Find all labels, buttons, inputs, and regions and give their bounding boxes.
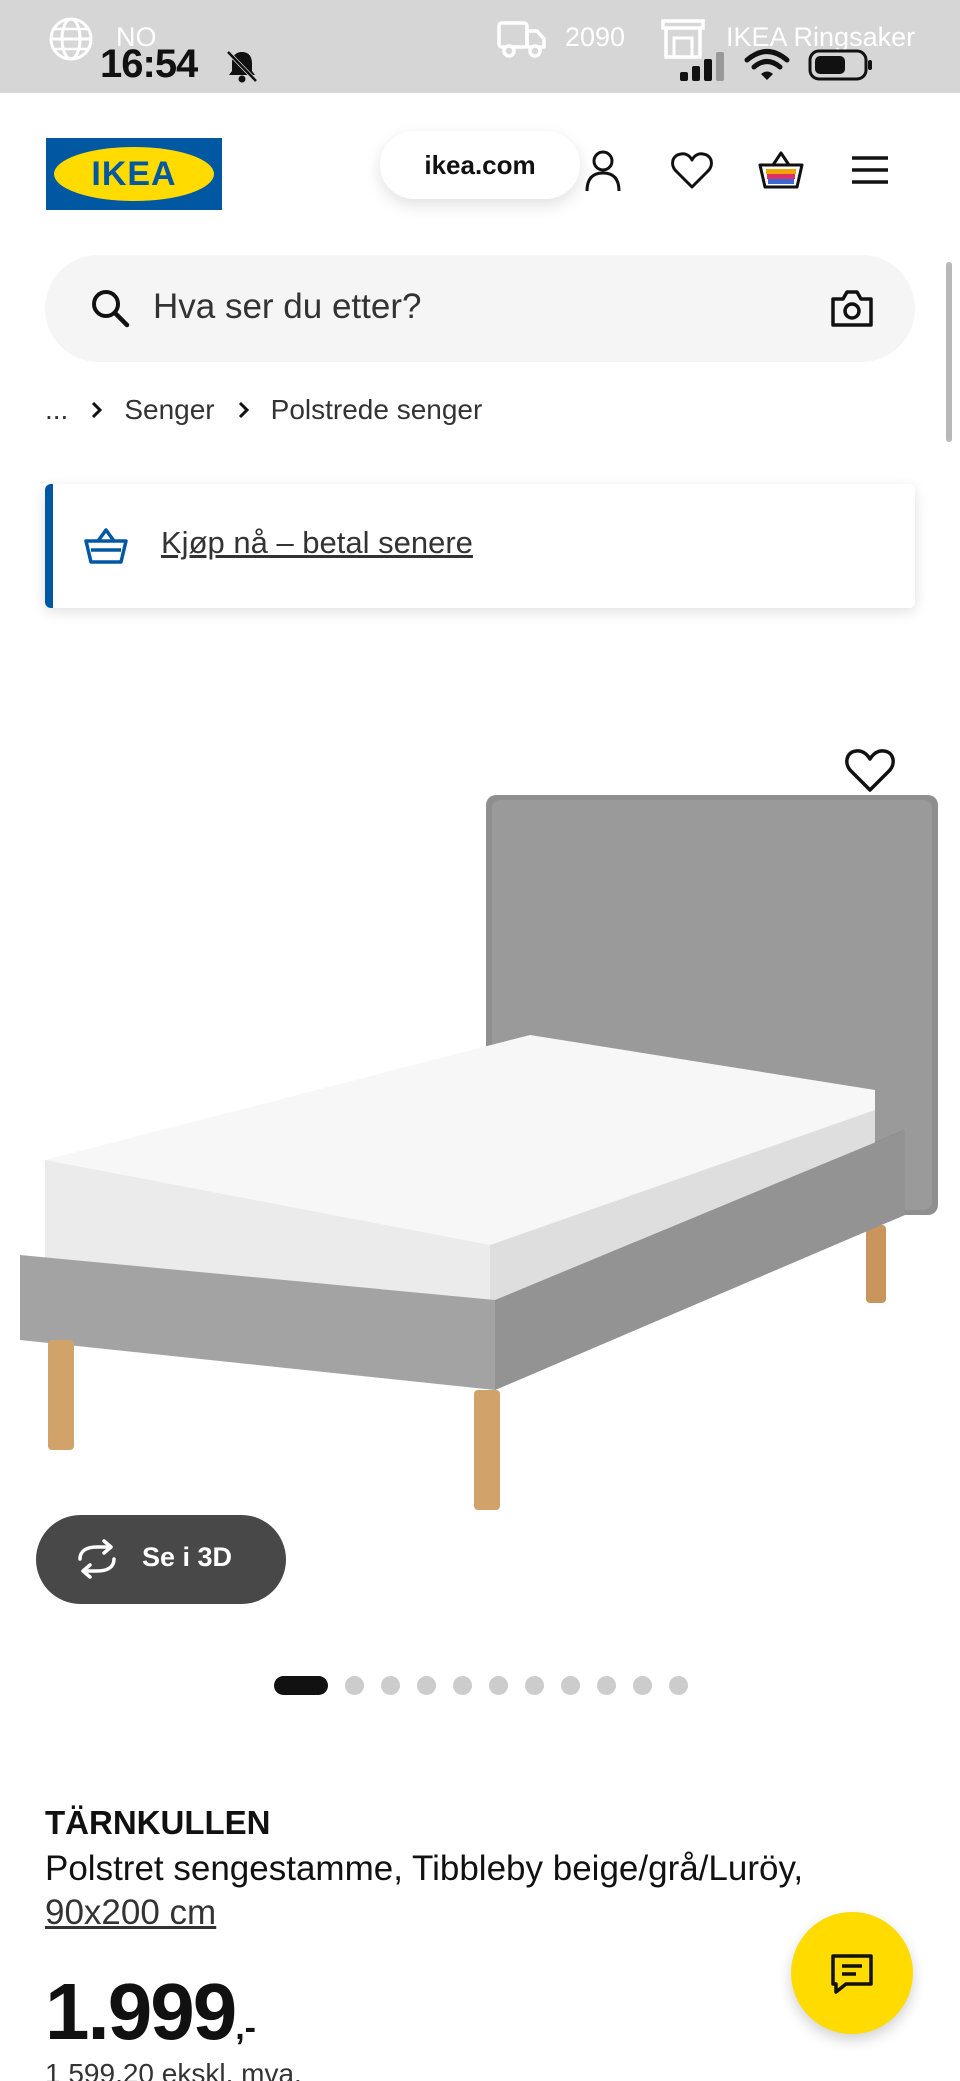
price-value: 1.999 bbox=[45, 1967, 237, 2056]
basket-icon bbox=[84, 528, 128, 564]
breadcrumb-ellipsis[interactable]: ... bbox=[45, 394, 68, 426]
buy-now-pay-later-link[interactable]: Kjøp nå – betal senere bbox=[161, 525, 473, 561]
carousel-dot[interactable] bbox=[489, 1675, 508, 1695]
search-input[interactable]: Hva ser du etter? bbox=[153, 287, 421, 327]
carousel-dot[interactable] bbox=[381, 1675, 400, 1695]
site-header: IKEA ikea.com bbox=[0, 93, 960, 233]
product-name: TÄRNKULLEN bbox=[45, 1804, 271, 1841]
see-in-3d-button[interactable]: Se i 3D bbox=[36, 1515, 286, 1604]
breadcrumb-item-senger[interactable]: Senger bbox=[124, 394, 214, 426]
ikea-logo[interactable]: IKEA bbox=[46, 138, 222, 210]
carousel-dot[interactable] bbox=[561, 1675, 580, 1695]
camera-icon[interactable] bbox=[829, 285, 875, 331]
chevron-right-icon bbox=[92, 401, 103, 419]
cellular-signal-icon bbox=[680, 52, 724, 81]
bell-muted-icon bbox=[226, 50, 258, 83]
buy-now-pay-later-card[interactable]: Kjøp nå – betal senere bbox=[45, 484, 915, 608]
carousel-dot[interactable] bbox=[669, 1675, 688, 1695]
chat-button[interactable] bbox=[791, 1912, 913, 2034]
carousel-dot[interactable] bbox=[274, 1675, 328, 1695]
price-ex-vat: 1 599,20 ekskl. mva. bbox=[45, 2058, 302, 2081]
product-description: Polstret sengestamme, Tibbleby beige/grå… bbox=[45, 1849, 804, 1888]
clock-time: 16:54 bbox=[100, 42, 198, 86]
logo-text: IKEA bbox=[91, 155, 177, 193]
shopping-basket-icon[interactable] bbox=[758, 147, 804, 193]
carousel-dot[interactable] bbox=[597, 1675, 616, 1695]
battery-icon bbox=[808, 49, 872, 81]
see-in-3d-label: Se i 3D bbox=[142, 1542, 233, 1572]
breadcrumb-item-polstrede-senger[interactable]: Polstrede senger bbox=[271, 394, 483, 426]
chat-bubble-icon bbox=[831, 1954, 873, 1994]
search-bar[interactable]: Hva ser du etter? bbox=[45, 255, 915, 362]
image-carousel-indicator bbox=[274, 1674, 705, 1696]
carousel-dot[interactable] bbox=[525, 1675, 544, 1695]
globe-icon[interactable] bbox=[48, 16, 94, 62]
user-icon[interactable] bbox=[580, 147, 626, 193]
wifi-icon bbox=[744, 49, 790, 80]
delivery-truck-icon[interactable] bbox=[496, 18, 548, 60]
heart-icon[interactable] bbox=[669, 147, 715, 193]
breadcrumb: ... Senger Polstrede senger bbox=[45, 390, 482, 430]
add-to-favourites-icon[interactable] bbox=[842, 742, 898, 798]
carousel-dot[interactable] bbox=[417, 1675, 436, 1695]
product-price: 1.999,- bbox=[45, 1966, 256, 2058]
carousel-dot[interactable] bbox=[633, 1675, 652, 1695]
carousel-dot[interactable] bbox=[345, 1675, 364, 1695]
chevron-right-icon bbox=[238, 401, 249, 419]
search-icon bbox=[92, 290, 130, 328]
scrollbar[interactable] bbox=[946, 262, 952, 442]
url-bar[interactable]: ikea.com bbox=[380, 131, 580, 199]
price-suffix: ,- bbox=[235, 2009, 256, 2047]
delivery-postcode[interactable]: 2090 bbox=[565, 22, 625, 53]
status-bar: NO 16:54 2090 IKEA Ringsaker bbox=[0, 0, 960, 93]
rotate-3d-icon bbox=[78, 1539, 116, 1579]
accent-bar bbox=[45, 484, 53, 608]
menu-icon[interactable] bbox=[847, 147, 893, 193]
product-size-link[interactable]: 90x200 cm bbox=[45, 1893, 216, 1933]
carousel-dot[interactable] bbox=[453, 1675, 472, 1695]
product-image[interactable] bbox=[0, 700, 960, 1580]
